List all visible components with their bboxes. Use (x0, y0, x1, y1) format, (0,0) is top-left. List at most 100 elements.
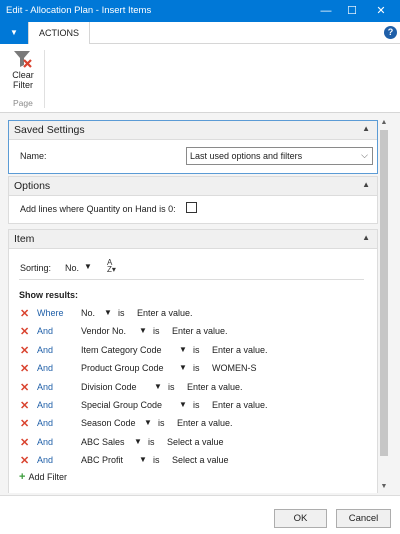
filter-row: ✕ Where No. ▼ is Enter a value. (9, 306, 377, 324)
remove-filter-icon[interactable]: ✕ (20, 454, 29, 467)
ok-button[interactable]: OK (274, 509, 327, 528)
scroll-down-icon[interactable]: ▼ (378, 482, 390, 492)
filter-value[interactable]: Enter a value. (187, 382, 243, 392)
maximize-icon[interactable]: ☐ (337, 0, 367, 22)
filter-value[interactable]: Select a value (172, 455, 229, 465)
filter-value[interactable]: Enter a value. (177, 418, 233, 428)
plus-icon: + (19, 471, 26, 483)
filter-value[interactable]: WOMEN-S (212, 363, 257, 373)
sorting-value[interactable]: No. (65, 263, 79, 273)
filter-row: ✕ And Season Code ▼ is Enter a value. (9, 416, 377, 434)
filter-field[interactable]: Item Category Code (81, 345, 162, 355)
remove-filter-icon[interactable]: ✕ (20, 436, 29, 449)
remove-filter-icon[interactable]: ✕ (20, 325, 29, 338)
filter-conjunction: And (37, 381, 54, 392)
filter-conjunction: And (37, 455, 54, 466)
collapse-icon[interactable]: ▲ (362, 180, 370, 189)
name-label: Name: (20, 151, 47, 161)
show-results-label: Show results: (19, 290, 79, 300)
field-dropdown-icon[interactable]: ▼ (139, 326, 147, 335)
field-dropdown-icon[interactable]: ▼ (144, 418, 152, 427)
scroll-up-icon[interactable]: ▲ (378, 118, 390, 128)
filter-value[interactable]: Enter a value. (137, 308, 193, 318)
remove-filter-icon[interactable]: ✕ (20, 417, 29, 430)
filter-operator: is (153, 455, 160, 466)
filter-field[interactable]: ABC Profit (81, 455, 123, 465)
filter-field[interactable]: Season Code (81, 418, 136, 428)
saved-settings-section: Saved Settings ▲ Name: Last used options… (8, 120, 378, 174)
cancel-button[interactable]: Cancel (336, 509, 391, 528)
filter-row: ✕ And Item Category Code ▼ is Enter a value. (9, 343, 377, 361)
field-dropdown-icon[interactable]: ▼ (139, 455, 147, 464)
section-divider (19, 279, 364, 280)
ribbon-group-separator (44, 50, 45, 108)
name-value: Last used options and filters (190, 151, 303, 161)
filter-field[interactable]: Division Code (81, 382, 137, 392)
clear-filter-button[interactable]: Clear Filter (6, 48, 40, 96)
filter-value[interactable]: Enter a value. (172, 326, 228, 336)
add-lines-label: Add lines where Quantity on Hand is 0: (20, 204, 176, 214)
filter-operator: is (193, 363, 200, 374)
collapse-icon[interactable]: ▲ (362, 124, 370, 133)
remove-filter-icon[interactable]: ✕ (20, 307, 29, 320)
filter-field[interactable]: Product Group Code (81, 363, 164, 373)
clear-filter-icon (12, 48, 34, 70)
field-dropdown-icon[interactable]: ▼ (104, 308, 112, 317)
clear-filter-label-line2: Filter (13, 80, 33, 90)
options-section: Options ▲ Add lines where Quantity on Ha… (8, 176, 378, 224)
ribbon-tab-bar: ▼ ACTIONS ? (0, 22, 400, 45)
item-header[interactable]: Item ▲ (9, 230, 377, 249)
add-lines-checkbox[interactable] (186, 202, 197, 213)
field-dropdown-icon[interactable]: ▼ (134, 437, 142, 446)
remove-filter-icon[interactable]: ✕ (20, 362, 29, 375)
filter-operator: is (158, 418, 165, 429)
window-title: Edit - Allocation Plan - Insert Items (6, 5, 152, 16)
saved-settings-header[interactable]: Saved Settings ▲ (9, 121, 377, 140)
filter-conjunction: Where (37, 308, 64, 318)
ribbon: Clear Filter Page (0, 44, 400, 113)
help-icon[interactable]: ? (384, 26, 397, 39)
ribbon-group-page: Page (13, 98, 33, 108)
filter-operator: is (118, 308, 125, 318)
sorting-dropdown-icon[interactable]: ▼ (84, 262, 92, 271)
filter-field[interactable]: ABC Sales (81, 437, 125, 447)
filter-operator: is (193, 344, 200, 355)
dialog-footer: OK Cancel (0, 495, 400, 534)
field-dropdown-icon[interactable]: ▼ (179, 400, 187, 409)
remove-filter-icon[interactable]: ✕ (20, 344, 29, 357)
saved-settings-title: Saved Settings (14, 124, 85, 136)
scrollbar-thumb[interactable] (380, 130, 388, 456)
remove-filter-icon[interactable]: ✕ (20, 381, 29, 394)
sort-order-icon[interactable]: A Z▾ (107, 259, 116, 274)
remove-filter-icon[interactable]: ✕ (20, 399, 29, 412)
filter-conjunction: And (37, 436, 54, 447)
tab-actions[interactable]: ACTIONS (28, 22, 91, 45)
chevron-down-icon[interactable]: ⌵ (361, 150, 368, 161)
filter-row: ✕ And Vendor No. ▼ is Enter a value. (9, 324, 377, 342)
vertical-scrollbar[interactable]: ▲ ▼ (378, 118, 390, 492)
field-dropdown-icon[interactable]: ▼ (179, 363, 187, 372)
filter-value[interactable]: Enter a value. (212, 345, 268, 355)
field-dropdown-icon[interactable]: ▼ (154, 382, 162, 391)
filter-operator: is (168, 381, 175, 392)
close-icon[interactable]: ✕ (366, 0, 396, 22)
filter-row: ✕ And Product Group Code ▼ is WOMEN-S (9, 361, 377, 379)
filter-value[interactable]: Select a value (167, 437, 224, 447)
filter-field[interactable]: No. (81, 308, 95, 318)
add-filter-label: Add Filter (28, 472, 67, 482)
filter-field[interactable]: Special Group Code (81, 400, 162, 410)
name-combobox[interactable]: Last used options and filters ⌵ (186, 147, 373, 165)
filter-field[interactable]: Vendor No. (81, 326, 126, 336)
field-dropdown-icon[interactable]: ▼ (179, 345, 187, 354)
options-header[interactable]: Options ▲ (9, 177, 377, 196)
filter-value[interactable]: Enter a value. (212, 400, 268, 410)
filter-row: ✕ And ABC Sales ▼ is Select a value (9, 435, 377, 453)
collapse-icon[interactable]: ▲ (362, 233, 370, 242)
title-bar: Edit - Allocation Plan - Insert Items — … (0, 0, 400, 22)
filter-operator: is (193, 400, 200, 410)
options-title: Options (14, 180, 51, 192)
filter-conjunction: And (37, 418, 54, 429)
add-filter-button[interactable]: + Add Filter (19, 471, 67, 483)
clear-filter-label-line1: Clear (12, 70, 34, 80)
app-menu-button[interactable]: ▼ (0, 22, 28, 44)
